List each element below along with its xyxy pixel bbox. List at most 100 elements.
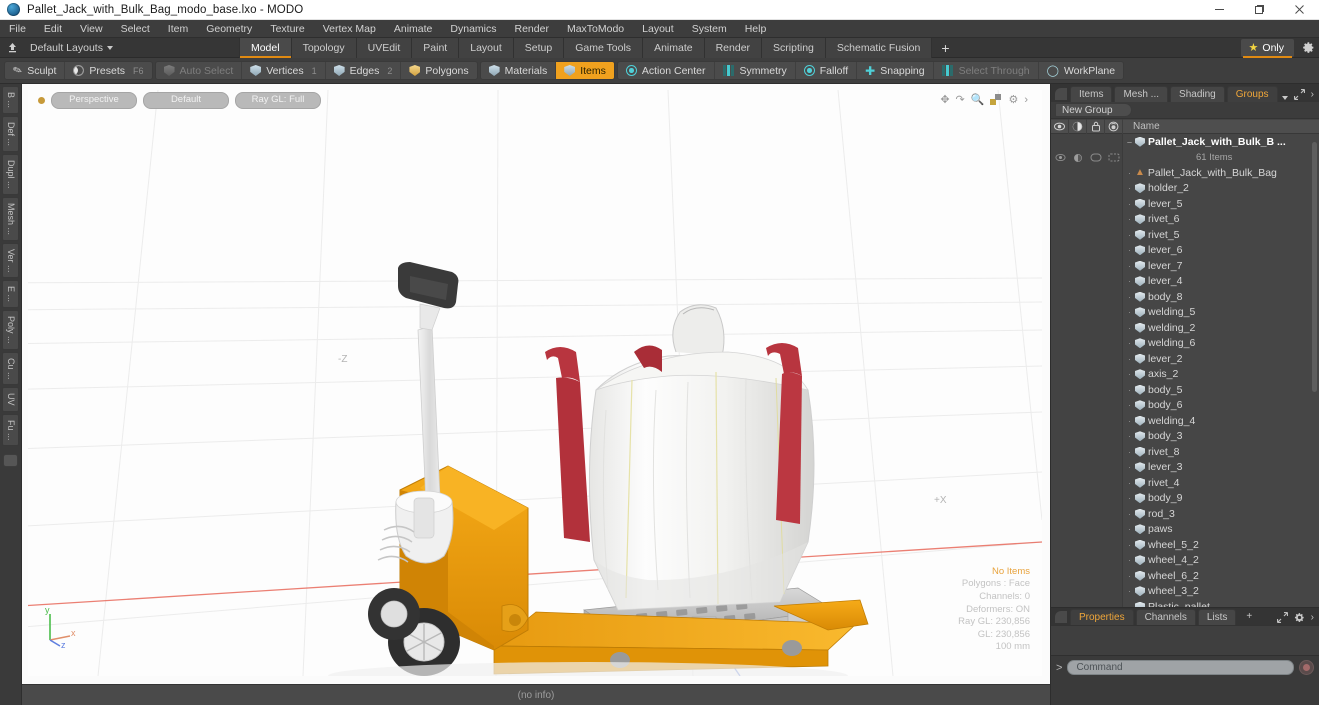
add-layout-button[interactable]: + [932, 38, 958, 58]
tab-setup[interactable]: Setup [513, 37, 565, 58]
gear-icon[interactable] [1294, 612, 1305, 623]
list-item[interactable]: · wheel_4_2 [1051, 553, 1319, 569]
menu-item[interactable]: Item [159, 20, 197, 38]
tab-scripting[interactable]: Scripting [762, 37, 826, 58]
twirl-icon[interactable]: · [1124, 478, 1135, 488]
left-tab-uv[interactable]: UV [2, 387, 19, 412]
menu-maxtomodo[interactable]: MaxToModo [558, 20, 633, 38]
list-item[interactable]: · axis_2 [1051, 367, 1319, 383]
menu-help[interactable]: Help [736, 20, 776, 38]
tab-shading[interactable]: Shading [1170, 86, 1225, 102]
add-bottom-tab-button[interactable]: + [1238, 609, 1260, 625]
left-tab-deform[interactable]: Def ... [2, 116, 19, 153]
list-item[interactable]: · body_6 [1051, 398, 1319, 414]
presets-button[interactable]: Presets F6 [65, 62, 151, 79]
left-tab-duplicate[interactable]: Dupl ... [2, 154, 19, 195]
tab-schematic-fusion[interactable]: Schematic Fusion [825, 37, 933, 58]
list-item[interactable]: · rivet_8 [1051, 444, 1319, 460]
list-item[interactable]: · body_8 [1051, 289, 1319, 305]
maximize-button[interactable] [1239, 0, 1279, 20]
tab-groups[interactable]: Groups [1226, 86, 1278, 102]
items-mode-button[interactable]: Items [556, 62, 614, 79]
menu-render[interactable]: Render [506, 20, 558, 38]
pan-icon[interactable]: ✥ [940, 94, 949, 106]
viewport-settings-icon[interactable]: ⚙ [1008, 94, 1018, 106]
left-tab-edge[interactable]: E ... [2, 280, 19, 309]
tab-animate[interactable]: Animate [643, 37, 705, 58]
chevron-down-icon[interactable] [1281, 96, 1288, 100]
left-tab-curve[interactable]: Cu ... [2, 351, 19, 386]
list-item[interactable]: · lever_4 [1051, 274, 1319, 290]
view-mode-dropdown[interactable]: Perspective [51, 91, 137, 109]
chevron-right-icon[interactable]: › [1311, 89, 1314, 100]
default-layouts-dropdown[interactable]: Default Layouts [24, 42, 119, 54]
left-tab-polygon[interactable]: Poly ... [2, 310, 19, 350]
tab-model[interactable]: Model [238, 37, 292, 58]
sculpt-button[interactable]: ✎ Sculpt [5, 62, 66, 79]
twirl-icon[interactable]: · [1124, 354, 1135, 364]
tab-items[interactable]: Items [1070, 86, 1113, 102]
tab-game-tools[interactable]: Game Tools [564, 37, 644, 58]
home-upload-icon[interactable] [0, 38, 24, 58]
menu-edit[interactable]: Edit [35, 20, 71, 38]
menu-dynamics[interactable]: Dynamics [441, 20, 505, 38]
twirl-icon[interactable]: · [1124, 214, 1135, 224]
menu-texture[interactable]: Texture [261, 20, 313, 38]
edges-mode-button[interactable]: Edges 2 [326, 62, 402, 79]
viewport-3d[interactable]: Perspective Default Ray GL: Full ✥ ↷ 🔍 ⚙… [22, 84, 1050, 684]
list-item[interactable]: · lever_2 [1051, 351, 1319, 367]
tab-properties[interactable]: Properties [1070, 609, 1134, 625]
twirl-icon[interactable]: · [1124, 400, 1135, 410]
twirl-icon[interactable]: · [1124, 524, 1135, 534]
list-item[interactable]: · ▲ Pallet_Jack_with_Bulk_Bag [1051, 165, 1319, 181]
list-item[interactable]: · rivet_5 [1051, 227, 1319, 243]
twirl-icon[interactable]: · [1124, 571, 1135, 581]
list-item[interactable]: · body_9 [1051, 491, 1319, 507]
axis-gizmo[interactable]: y x z [38, 606, 82, 648]
twirl-icon[interactable]: · [1124, 230, 1135, 240]
menu-geometry[interactable]: Geometry [197, 20, 261, 38]
materials-mode-button[interactable]: Materials [481, 62, 557, 79]
select-through-button[interactable]: Select Through [934, 62, 1039, 79]
tab-layout[interactable]: Layout [459, 37, 514, 58]
twirl-icon[interactable]: · [1124, 385, 1135, 395]
lock-icon[interactable] [1087, 119, 1105, 134]
viewport-canvas[interactable]: Perspective Default Ray GL: Full ✥ ↷ 🔍 ⚙… [28, 90, 1042, 676]
list-item[interactable]: · rivet_6 [1051, 212, 1319, 228]
bottom-panel-corner-icon[interactable] [1055, 611, 1067, 623]
twirl-icon[interactable]: · [1124, 276, 1135, 286]
action-center-button[interactable]: Action Center [618, 62, 715, 79]
twirl-icon[interactable]: · [1124, 462, 1135, 472]
eye-icon[interactable] [1051, 119, 1069, 134]
draw-style-dropdown[interactable]: Ray GL: Full [235, 91, 321, 109]
twirl-icon[interactable]: · [1124, 509, 1135, 519]
list-item[interactable]: · welding_2 [1051, 320, 1319, 336]
zoom-icon[interactable]: 🔍 [971, 94, 985, 106]
list-item[interactable]: · holder_2 [1051, 181, 1319, 197]
tab-render[interactable]: Render [704, 37, 763, 58]
twirl-icon[interactable]: · [1124, 586, 1135, 596]
shading-preset-dropdown[interactable]: Default [143, 91, 229, 109]
render-icon[interactable] [1105, 119, 1123, 134]
twirl-icon[interactable]: · [1124, 493, 1135, 503]
panel-corner-icon[interactable] [1055, 88, 1067, 100]
collapse-twirl-icon[interactable]: – [1124, 137, 1135, 147]
tab-mesh[interactable]: Mesh ... [1114, 86, 1169, 102]
list-item[interactable]: · rod_3 [1051, 506, 1319, 522]
fit-icon[interactable] [990, 94, 1002, 106]
list-item[interactable]: · lever_3 [1051, 460, 1319, 476]
list-item[interactable]: · wheel_3_2 [1051, 584, 1319, 600]
group-root-row[interactable]: – Pallet_Jack_with_Bulk_B ... [1051, 134, 1319, 150]
close-button[interactable] [1279, 0, 1319, 20]
twirl-icon[interactable]: · [1124, 199, 1135, 209]
expand-arrows-icon[interactable] [1276, 612, 1288, 623]
menu-vertex-map[interactable]: Vertex Map [314, 20, 385, 38]
symmetry-button[interactable]: Symmetry [715, 62, 796, 79]
left-tab-fusion[interactable]: Fu ... [2, 413, 19, 447]
polygons-mode-button[interactable]: Polygons [401, 62, 476, 79]
shading-icon[interactable] [1069, 119, 1087, 134]
left-tab-basic[interactable]: B ... [2, 86, 19, 115]
list-item[interactable]: · lever_7 [1051, 258, 1319, 274]
twirl-icon[interactable]: · [1124, 183, 1135, 193]
menu-system[interactable]: System [683, 20, 736, 38]
